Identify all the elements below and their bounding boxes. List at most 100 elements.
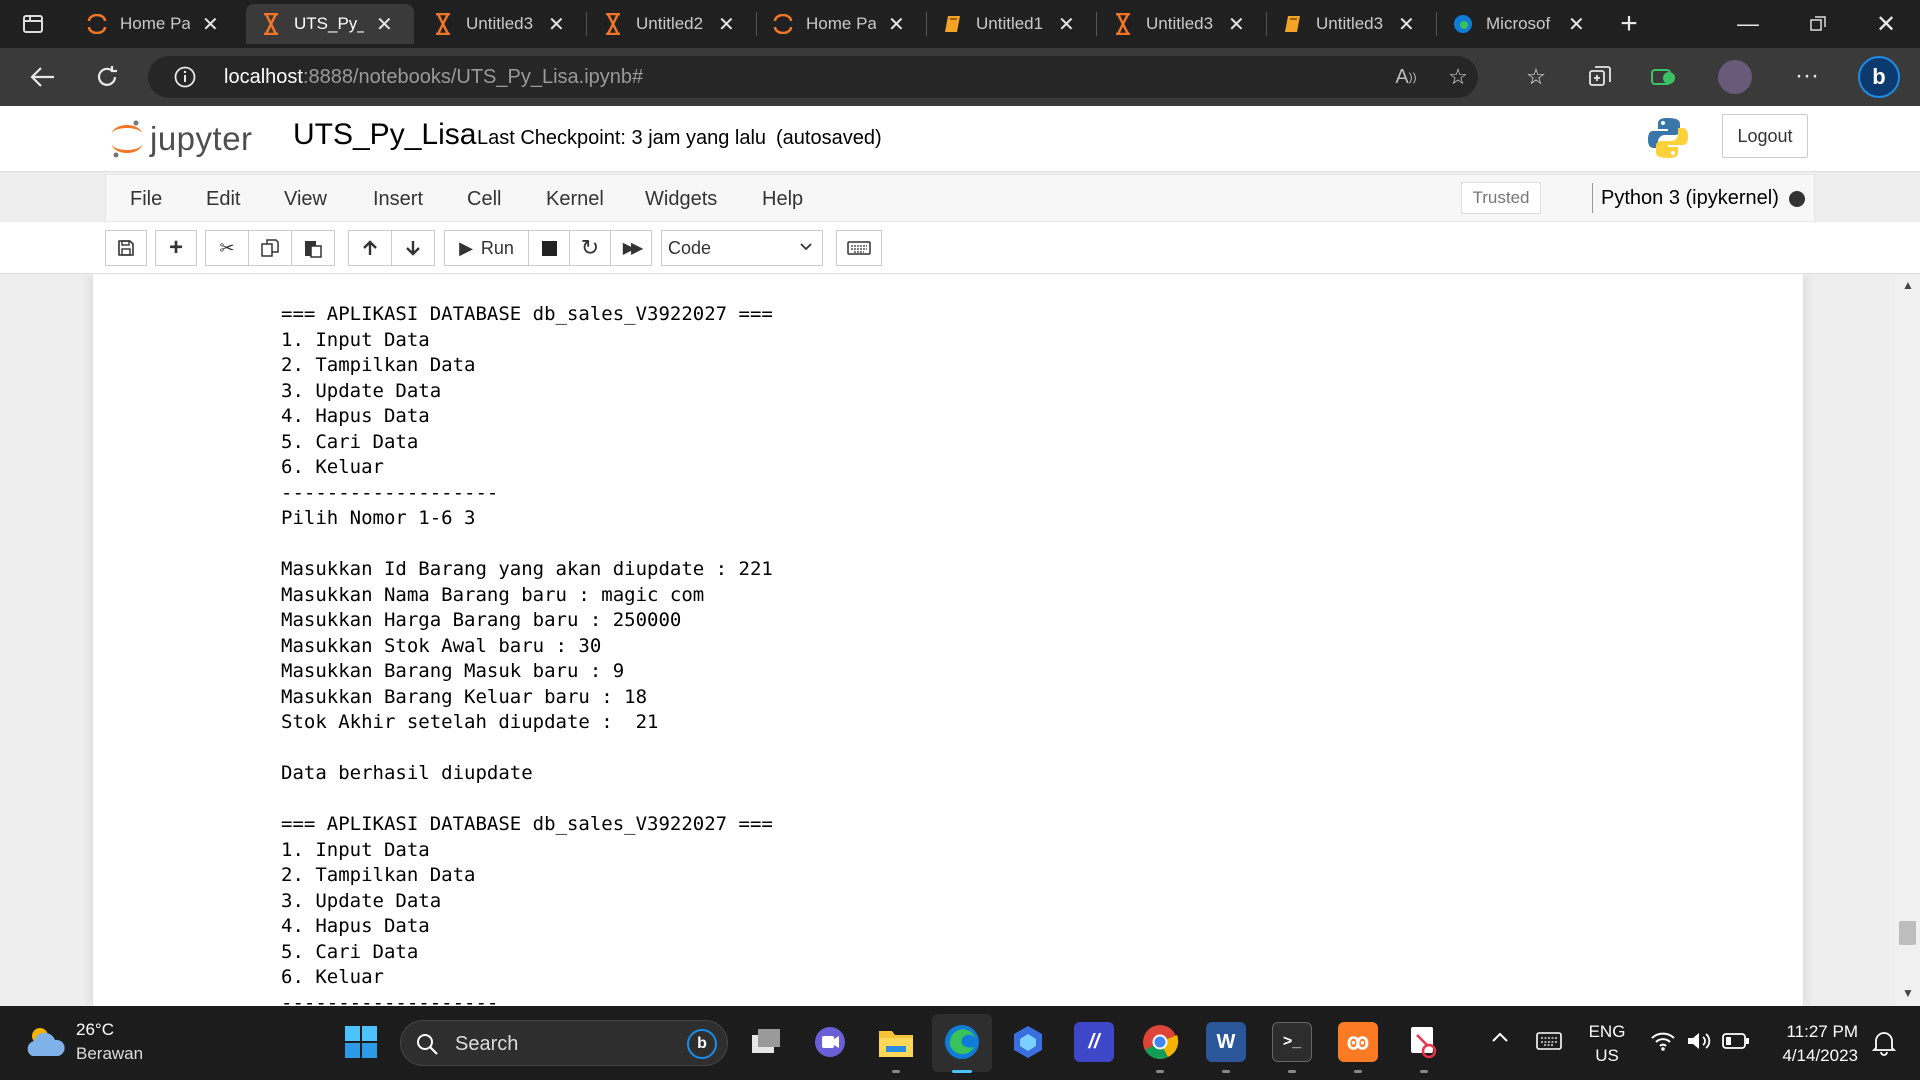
browser-tab[interactable]: Untitled1 ✕ <box>928 4 1096 44</box>
notebook-page: === APLIKASI DATABASE db_sales_V3922027 … <box>93 274 1803 1006</box>
output-line: 5. Cari Data <box>281 430 419 453</box>
cell-type-select[interactable]: Code <box>661 230 823 266</box>
url-path: :8888/notebooks/UTS_Py_Lisa.ipynb# <box>302 66 644 88</box>
browser-tab[interactable]: Microsof ✕ <box>1438 4 1606 44</box>
save-button[interactable] <box>105 230 147 266</box>
collections-icon[interactable] <box>1586 64 1614 90</box>
notebook-title[interactable]: UTS_Py_Lisa <box>293 118 476 152</box>
weather-widget[interactable]: 26°C Berawan <box>24 1018 174 1068</box>
read-aloud-icon[interactable]: A)) <box>1392 65 1420 89</box>
tab-actions-icon[interactable] <box>20 12 46 36</box>
teams-chat-icon[interactable] <box>810 1022 850 1062</box>
restart-button[interactable]: ↻ <box>569 230 611 266</box>
output-line: Masukkan Harga Barang baru : 250000 <box>281 609 682 631</box>
scroll-thumb[interactable] <box>1899 921 1916 945</box>
menu-widgets[interactable]: Widgets <box>645 188 717 211</box>
close-icon[interactable]: ✕ <box>376 12 393 37</box>
kernel-status-icon <box>1789 191 1805 207</box>
favorites-icon[interactable]: ☆ <box>1522 64 1550 90</box>
bing-chat-icon[interactable]: b <box>1858 56 1900 98</box>
tab-title: Untitled3 <box>1316 14 1384 33</box>
close-icon[interactable]: ✕ <box>1058 12 1075 37</box>
menu-cell[interactable]: Cell <box>467 188 501 211</box>
trusted-indicator[interactable]: Trusted <box>1461 182 1541 214</box>
visual-studio-icon[interactable]: // <box>1074 1022 1114 1062</box>
run-button[interactable]: ▶ Run <box>444 230 529 266</box>
battery-icon[interactable] <box>1722 1032 1750 1055</box>
scroll-down-arrow[interactable]: ▼ <box>1902 986 1914 1000</box>
volume-icon[interactable] <box>1686 1030 1712 1057</box>
kernel-name[interactable]: Python 3 (ipykernel) <box>1601 187 1779 210</box>
close-icon[interactable]: ✕ <box>548 12 565 37</box>
notification-icon[interactable] <box>1871 1030 1897 1061</box>
menu-file[interactable]: File <box>130 188 162 211</box>
close-icon[interactable]: ✕ <box>202 12 219 37</box>
browser-tab[interactable]: Home Pa ✕ <box>72 4 242 44</box>
logout-button[interactable]: Logout <box>1722 114 1808 158</box>
tab-separator <box>756 12 757 36</box>
output-line: ------------------- <box>281 991 499 1007</box>
more-options-icon[interactable]: ··· <box>1792 62 1822 90</box>
restart-run-all-button[interactable]: ▶▶ <box>610 230 652 266</box>
menu-kernel[interactable]: Kernel <box>546 188 604 211</box>
xampp-icon[interactable]: ꙭ <box>1338 1022 1378 1062</box>
touch-keyboard-icon[interactable] <box>1536 1032 1562 1055</box>
tab-title: Untitled2 <box>636 14 704 33</box>
terminal-icon[interactable]: >_ <box>1272 1022 1312 1062</box>
browser-tab-active[interactable]: UTS_Py_L ✕ <box>246 4 414 44</box>
task-view-icon[interactable] <box>746 1022 786 1062</box>
chrome-icon[interactable] <box>1140 1022 1180 1062</box>
menu-help[interactable]: Help <box>762 188 803 211</box>
reload-icon[interactable] <box>92 62 122 92</box>
scrollbar[interactable]: ▲ ▼ <box>1895 274 1920 1006</box>
close-icon[interactable]: ✕ <box>1398 12 1415 37</box>
restore-icon[interactable] <box>1804 10 1832 38</box>
browser-tab[interactable]: Untitled3 ✕ <box>1268 4 1436 44</box>
copy-button[interactable] <box>248 230 292 266</box>
snipping-tool-icon[interactable] <box>1404 1022 1444 1062</box>
menu-edit[interactable]: Edit <box>206 188 240 211</box>
close-icon[interactable]: ✕ <box>1228 12 1245 37</box>
paste-button[interactable] <box>291 230 335 266</box>
menu-view[interactable]: View <box>284 188 327 211</box>
wifi-icon[interactable] <box>1650 1030 1676 1057</box>
browser-tab[interactable]: Home Pa ✕ <box>758 4 926 44</box>
edge-taskbar-icon[interactable] <box>942 1022 982 1062</box>
close-icon[interactable]: ✕ <box>888 12 905 37</box>
move-up-button[interactable] <box>348 230 392 266</box>
jupyter-logo[interactable]: jupyter <box>110 116 270 162</box>
profile-avatar[interactable] <box>1718 60 1752 94</box>
insert-cell-button[interactable]: + <box>155 230 197 266</box>
window-close-icon[interactable]: ✕ <box>1872 10 1900 38</box>
address-bar[interactable]: localhost:8888/notebooks/UTS_Py_Lisa.ipy… <box>148 56 1478 98</box>
add-favorite-icon[interactable]: ☆ <box>1444 64 1472 89</box>
minimize-icon[interactable]: — <box>1734 10 1762 38</box>
move-down-button[interactable] <box>391 230 435 266</box>
cut-button[interactable]: ✂ <box>205 230 249 266</box>
browser-tab[interactable]: Untitled2 ✕ <box>588 4 756 44</box>
clock-date: 4/14/2023 <box>1782 1046 1858 1065</box>
interrupt-button[interactable] <box>528 230 570 266</box>
scroll-up-arrow[interactable]: ▲ <box>1902 278 1914 292</box>
language-indicator[interactable]: ENG US <box>1582 1020 1632 1068</box>
close-icon[interactable]: ✕ <box>1568 12 1585 37</box>
site-info-icon[interactable] <box>172 65 198 89</box>
chevron-up-icon[interactable] <box>1490 1030 1510 1049</box>
browser-essentials-icon[interactable] <box>1650 64 1678 90</box>
file-explorer-icon[interactable] <box>876 1022 916 1062</box>
command-palette-button[interactable] <box>836 230 882 266</box>
windows-start-icon[interactable] <box>341 1022 381 1062</box>
bing-taskbar-icon[interactable] <box>1008 1022 1048 1062</box>
close-icon[interactable]: ✕ <box>718 12 735 37</box>
clock[interactable]: 11:27 PM 4/14/2023 <box>1766 1020 1858 1068</box>
browser-tab[interactable]: Untitled3 ✕ <box>418 4 586 44</box>
back-arrow-icon[interactable] <box>26 62 58 92</box>
output-line: 5. Cari Data <box>281 940 419 963</box>
menu-insert[interactable]: Insert <box>373 188 423 211</box>
new-tab-icon[interactable]: + <box>1614 7 1644 40</box>
browser-tab[interactable]: Untitled3 ✕ <box>1098 4 1266 44</box>
kernel-divider <box>1592 183 1593 213</box>
taskbar-search-box[interactable]: Search b <box>400 1020 728 1066</box>
word-icon[interactable]: W <box>1206 1022 1246 1062</box>
